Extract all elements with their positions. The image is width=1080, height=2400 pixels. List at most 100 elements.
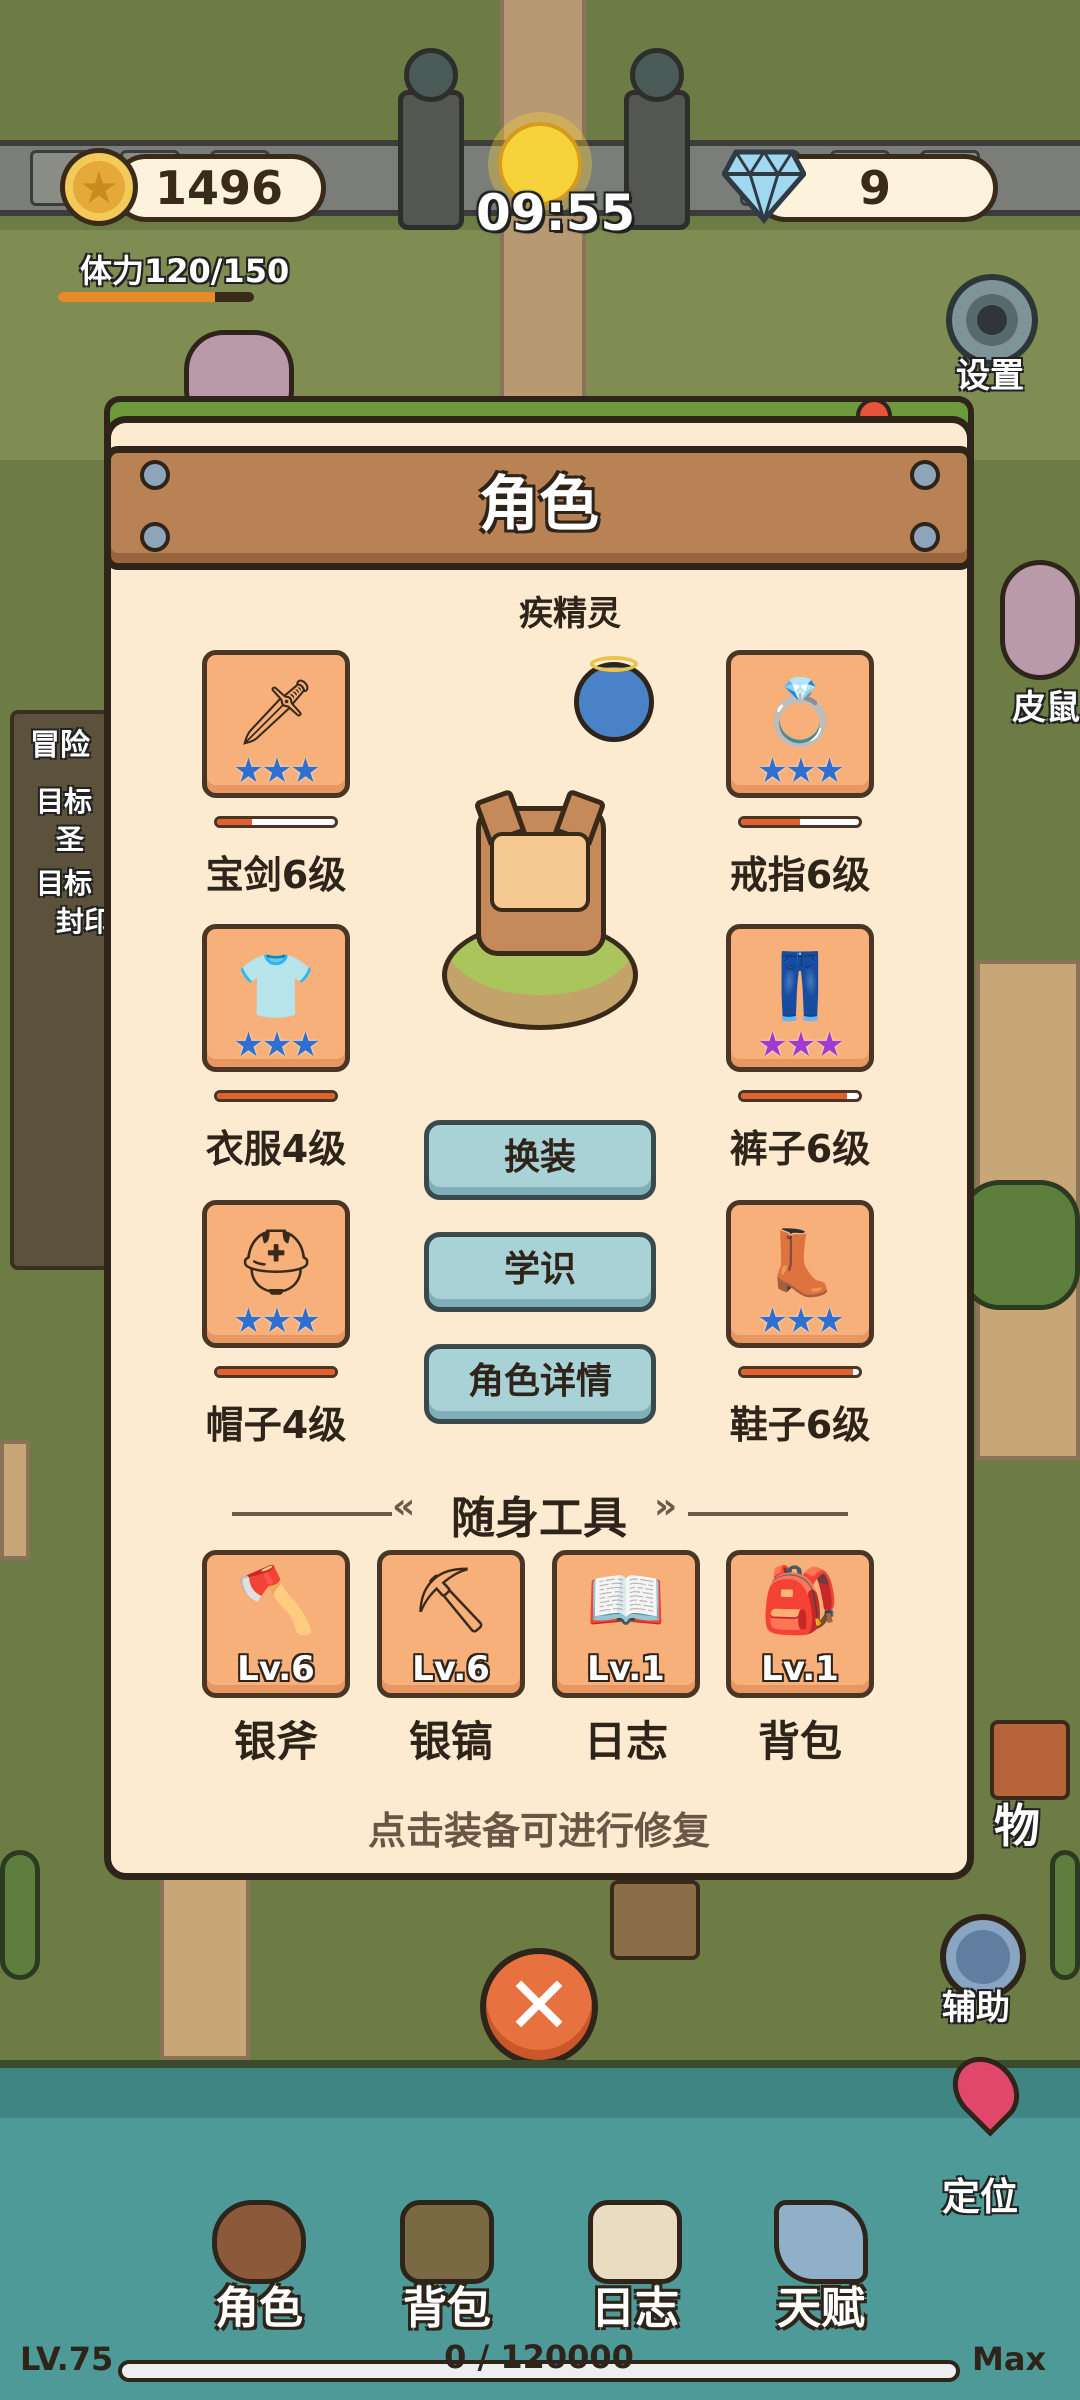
tool-level: Lv.1 xyxy=(587,1649,665,1689)
star-icon: ★ xyxy=(79,163,119,214)
durability-bar-fill xyxy=(217,1369,335,1375)
nav-talent[interactable]: 天赋 xyxy=(736,2200,906,2334)
tool-icon: 🎒 xyxy=(760,1564,840,1638)
clothes-icon: 👕 xyxy=(236,950,316,1024)
equip-slot-ring[interactable]: 💍 ★★★ xyxy=(726,650,874,798)
gate-orb-left xyxy=(404,48,458,102)
max-level-label: Max xyxy=(972,2340,1047,2378)
nav-character-label: 角色 xyxy=(215,2283,303,2334)
tool-name: 银镐 xyxy=(408,1717,493,1766)
section-divider-right xyxy=(688,1512,848,1516)
tool-icon: 🪓 xyxy=(236,1564,316,1638)
game-clock: 09:55 xyxy=(476,184,636,242)
repair-hint: 点击装备可进行修复 xyxy=(367,1809,710,1853)
tool-icon: ⛏ xyxy=(410,1564,492,1638)
tree-stump xyxy=(610,1880,700,1960)
equip-label-sword: 宝剑6级 xyxy=(205,853,347,897)
panel-title: 角色 xyxy=(479,470,599,540)
nav-journal[interactable]: 日志 xyxy=(550,2200,720,2334)
xp-text: 0 / 120000 xyxy=(444,2338,634,2376)
equip-label-hat: 帽子4级 xyxy=(205,1403,347,1447)
tool-level: Lv.6 xyxy=(237,1649,315,1689)
durability-bar xyxy=(214,1090,338,1102)
nav-journal-label: 日志 xyxy=(591,2283,679,2334)
equip-slot-clothes[interactable]: 👕 ★★★ xyxy=(202,924,350,1072)
tree xyxy=(1050,1850,1080,1980)
equip-label-shoes: 鞋子6级 xyxy=(729,1403,871,1447)
tree xyxy=(0,1850,40,1980)
tool-name: 背包 xyxy=(757,1717,842,1766)
tool-slot[interactable]: 🎒 Lv.1 xyxy=(726,1550,874,1698)
shoes-icon: 👢 xyxy=(760,1226,840,1300)
tool-name: 银斧 xyxy=(233,1717,318,1766)
coin-icon: ★ xyxy=(60,148,138,226)
equip-slot-sword[interactable]: 🗡 ★★★ xyxy=(202,650,350,798)
nav-backpack-label: 背包 xyxy=(403,2283,491,2334)
stamina-bar xyxy=(58,292,254,302)
tool-slot[interactable]: ⛏ Lv.6 xyxy=(377,1550,525,1698)
settings-label[interactable]: 设置 xyxy=(956,348,1024,397)
nav-backpack[interactable]: 背包 xyxy=(362,2200,532,2334)
quest-target-label: 目标 xyxy=(36,785,93,818)
star-rating: ★★★ xyxy=(757,1301,844,1341)
quest-panel-label: 冒险 xyxy=(30,728,90,763)
chevron-right-icon: » xyxy=(654,1486,678,1527)
ring-icon: 💍 xyxy=(760,676,840,750)
crate-pile xyxy=(990,1720,1070,1800)
durability-bar-fill xyxy=(217,1093,335,1099)
spirit-name: 疾精灵 xyxy=(519,594,621,634)
tool-slot[interactable]: 🪓 Lv.6 xyxy=(202,1550,350,1698)
gate-pillar-left xyxy=(398,90,464,230)
background-path-left xyxy=(160,1860,250,2060)
tree xyxy=(960,1180,1080,1310)
nav-talent-label: 天赋 xyxy=(777,2283,865,2334)
stamina-text: 体力120/150 xyxy=(80,252,290,290)
star-rating: ★★★ xyxy=(757,751,844,791)
hero-face xyxy=(490,832,590,912)
rabbit-npc-right[interactable] xyxy=(1000,560,1080,680)
durability-bar xyxy=(738,816,862,828)
equip-label-clothes: 衣服4级 xyxy=(205,1127,347,1171)
diamond-icon xyxy=(722,149,806,224)
background-path-edge xyxy=(0,1440,30,1560)
tool-level: Lv.1 xyxy=(761,1649,839,1689)
equip-slot-hat[interactable]: ⛑ ★★★ xyxy=(202,1200,350,1348)
star-rating: ★★★ xyxy=(233,751,320,791)
knowledge-button[interactable]: 学识 xyxy=(424,1232,656,1312)
star-rating: ★★★ xyxy=(233,1025,320,1065)
durability-bar-fill xyxy=(741,1093,848,1099)
assist-label[interactable]: 辅助 xyxy=(942,1980,1010,2029)
sword-icon: 🗡 xyxy=(235,676,317,750)
nav-character[interactable]: 角色 xyxy=(174,2200,344,2334)
character-details-button[interactable]: 角色详情 xyxy=(424,1344,656,1424)
equip-label-ring: 戒指6级 xyxy=(729,853,871,897)
locate-label[interactable]: 定位 xyxy=(942,2166,1018,2221)
star-rating: ★★★ xyxy=(233,1301,320,1341)
side-menu-item-label: 物 xyxy=(994,1799,1040,1853)
star-rating: ★★★ xyxy=(757,1025,844,1065)
durability-bar-fill xyxy=(741,1369,854,1375)
durability-bar xyxy=(738,1366,862,1378)
gear-hole xyxy=(977,305,1007,335)
durability-bar xyxy=(214,1366,338,1378)
equip-slot-shoes[interactable]: 👢 ★★★ xyxy=(726,1200,874,1348)
spirit-pet-icon[interactable] xyxy=(574,662,654,742)
pants-icon: 👖 xyxy=(760,950,840,1024)
durability-bar-fill xyxy=(741,819,800,825)
npc-name-label: 皮鼠 xyxy=(1012,688,1080,728)
coin-counter[interactable]: 1496 xyxy=(112,154,326,222)
change-outfit-button[interactable]: 换装 xyxy=(424,1120,656,1200)
equip-slot-pants[interactable]: 👖 ★★★ xyxy=(726,924,874,1072)
hat-icon: ⛑ xyxy=(235,1226,317,1300)
quest-target-label-2: 目标 xyxy=(36,867,93,900)
durability-bar xyxy=(214,816,338,828)
stamina-bar-fill xyxy=(58,292,215,302)
tool-slot[interactable]: 📖 Lv.1 xyxy=(552,1550,700,1698)
durability-bar-fill xyxy=(217,819,253,825)
quest-target-detail: 圣 xyxy=(56,823,85,856)
gate-orb-right xyxy=(630,48,684,102)
tool-level: Lv.6 xyxy=(412,1649,490,1689)
halo-icon xyxy=(590,656,638,672)
close-button[interactable]: ✕ xyxy=(480,1948,598,2066)
durability-bar xyxy=(738,1090,862,1102)
